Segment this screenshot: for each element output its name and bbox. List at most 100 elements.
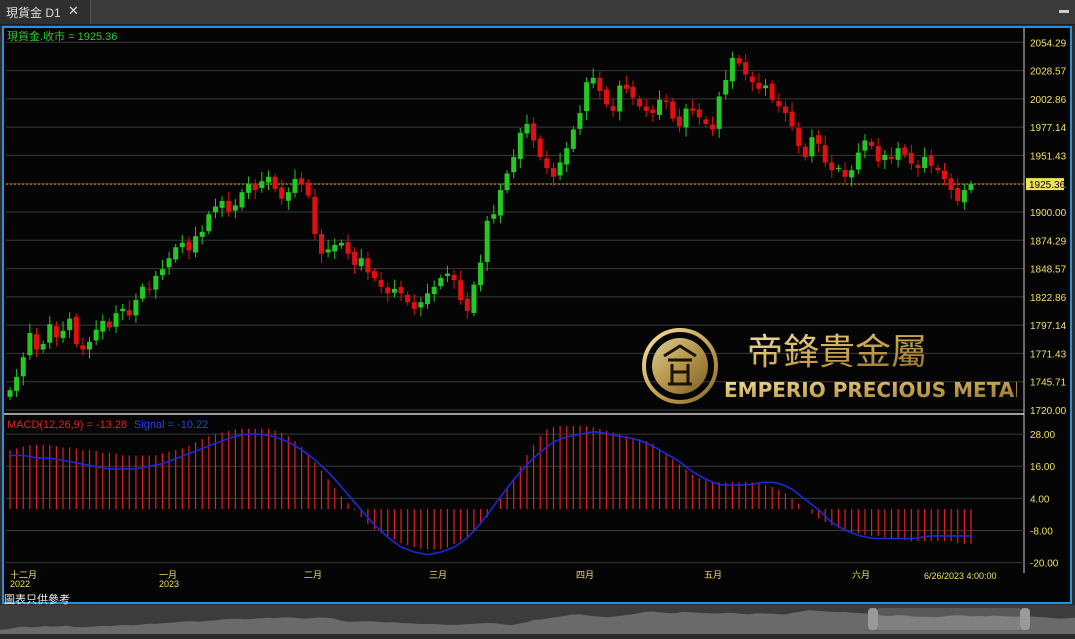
candle	[153, 270, 159, 299]
candle-body	[179, 242, 185, 248]
x-tick-label: 五月	[704, 570, 722, 580]
candle-body	[928, 155, 934, 166]
candle-body	[140, 286, 146, 299]
candle	[398, 280, 404, 301]
candle	[517, 127, 523, 168]
candle	[948, 173, 954, 200]
logo-english-text: EMPERIO PRECIOUS METALS	[724, 378, 1017, 402]
candle	[895, 141, 901, 168]
x-tick-year: 2022	[10, 579, 30, 589]
candle	[378, 272, 384, 293]
candle	[425, 283, 431, 309]
candle	[159, 259, 165, 280]
candle-body	[438, 278, 444, 287]
candle-body	[464, 298, 470, 311]
tab-gold-d1[interactable]: 現貨金 D1 ✕	[0, 0, 91, 24]
price-tick-label: 1900.00	[1030, 208, 1067, 219]
candle-body	[226, 201, 232, 212]
candle-body	[212, 206, 218, 213]
candle	[285, 187, 291, 210]
close-icon[interactable]: ✕	[68, 3, 79, 19]
candle	[882, 149, 888, 170]
candle-body	[603, 89, 609, 105]
candle-body	[425, 293, 431, 305]
candle	[690, 99, 696, 116]
candle	[809, 129, 815, 163]
candle	[80, 337, 86, 356]
candle	[27, 323, 33, 360]
candle	[816, 130, 822, 153]
candle-body	[637, 98, 643, 107]
candle	[405, 291, 411, 306]
candle-body	[670, 101, 676, 119]
candle-body	[908, 152, 914, 164]
candle-body	[491, 214, 497, 219]
candle	[829, 156, 835, 178]
candle-body	[186, 241, 192, 251]
candle-body	[405, 294, 411, 303]
candle	[716, 91, 722, 138]
candle-body	[325, 249, 331, 253]
candle	[120, 303, 126, 321]
candle	[73, 313, 79, 348]
signal-legend: Signal = -10.22	[134, 419, 208, 431]
candle-body	[318, 234, 324, 254]
candle-body	[829, 162, 835, 171]
candle-body	[822, 145, 828, 163]
candle-body	[650, 109, 656, 113]
chart-area[interactable]: 2054.29 2028.57 2002.86 1977.14 1951.43 1925.…	[4, 28, 1070, 598]
candle-body	[842, 169, 848, 177]
candle-body	[299, 178, 305, 185]
candle-body	[849, 170, 855, 178]
candle	[776, 93, 782, 113]
candle	[246, 176, 252, 200]
price-tick-label: 1771.43	[1030, 349, 1067, 360]
price-tick-label: 1977.14	[1030, 123, 1067, 134]
macd-tick-label: 28.00	[1030, 430, 1055, 441]
macd-tick-label: 4.00	[1030, 494, 1050, 505]
candle	[703, 116, 709, 128]
candle-body	[756, 82, 762, 89]
panel-menu-icon[interactable]: ▬	[1057, 4, 1071, 18]
candle-body	[133, 300, 139, 316]
candle-body	[941, 170, 947, 179]
macd-tick-label: 16.00	[1030, 462, 1055, 473]
candle	[670, 98, 676, 122]
navigator-left-handle[interactable]	[868, 608, 878, 630]
candle	[855, 143, 861, 175]
navigator-strip[interactable]	[0, 605, 1075, 634]
candle-body	[73, 316, 79, 344]
candle-body	[411, 302, 417, 309]
candle	[955, 178, 961, 206]
candle	[239, 188, 245, 211]
candle-body	[159, 269, 165, 276]
candle-body	[676, 116, 682, 127]
candle-body	[782, 106, 788, 113]
candle-body	[703, 119, 709, 124]
candle-body	[617, 85, 623, 112]
candle-body	[418, 302, 424, 308]
candle	[193, 226, 199, 258]
candle-body	[292, 179, 298, 193]
candle-body	[590, 77, 596, 84]
candle-body	[20, 357, 26, 377]
candle	[749, 71, 755, 92]
candle	[676, 108, 682, 133]
candle	[292, 169, 298, 198]
candle	[961, 183, 967, 210]
navigator-right-handle[interactable]	[1020, 608, 1030, 630]
candle	[219, 196, 225, 217]
candle	[650, 104, 656, 123]
candle	[133, 293, 139, 323]
candle	[789, 102, 795, 131]
candle	[544, 150, 550, 175]
candle-body	[285, 192, 291, 201]
candle	[782, 101, 788, 123]
candle	[7, 386, 13, 401]
candle	[756, 73, 762, 94]
navigator-window[interactable]	[878, 608, 1020, 630]
candle-body	[193, 236, 199, 253]
candle	[763, 79, 769, 96]
candle-body	[544, 158, 550, 168]
candle	[179, 234, 185, 254]
